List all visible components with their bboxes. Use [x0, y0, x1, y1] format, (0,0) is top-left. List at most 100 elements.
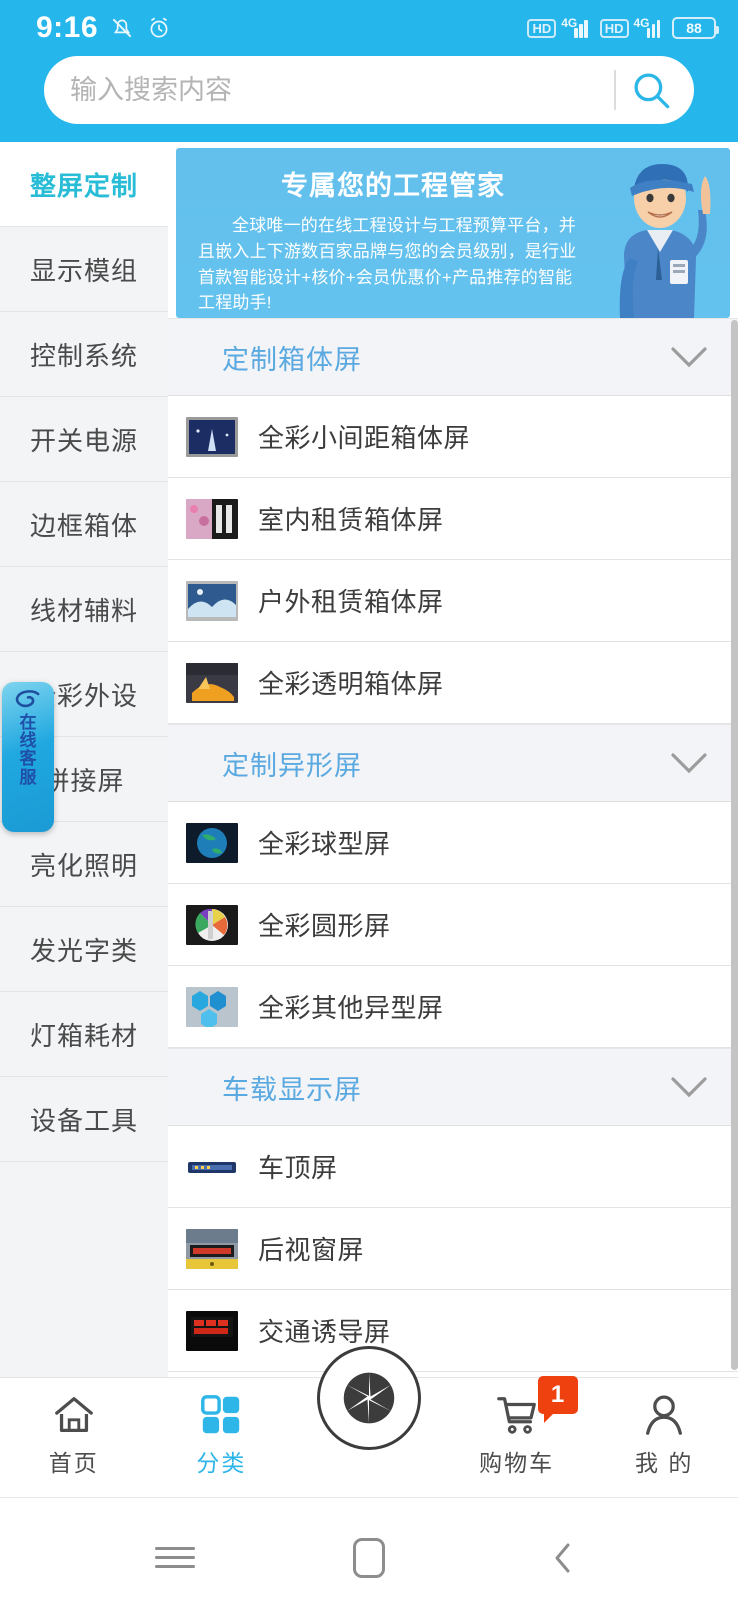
battery-percent: 88 [686, 20, 702, 36]
nav-label: 首页 [48, 1450, 99, 1476]
nav-item-home[interactable]: 首页 [0, 1378, 148, 1478]
section-header-0[interactable]: 定制箱体屏 [168, 318, 738, 396]
transparent-screen-thumb [186, 662, 238, 703]
sidebar-item-11[interactable]: 设备工具 [0, 1077, 168, 1162]
sidebar-label: 开关电源 [29, 425, 138, 456]
sidebar-item-1[interactable]: 显示模组 [0, 227, 168, 312]
product-row[interactable]: 室内租赁箱体屏 [168, 478, 738, 560]
bottom-navigation: 首页 分类 1 购物车 我 的 [0, 1346, 738, 1497]
product-row[interactable]: 户外租赁箱体屏 [168, 560, 738, 642]
sidebar-item-8[interactable]: 亮化照明 [0, 822, 168, 907]
sidebar-item-3[interactable]: 开关电源 [0, 397, 168, 482]
status-time: 9:16 [36, 11, 99, 44]
nav-label: 购物车 [479, 1450, 555, 1476]
section-header-1[interactable]: 定制异形屏 [168, 724, 738, 802]
chevron-down-icon[interactable] [668, 1075, 710, 1099]
sidebar-item-4[interactable]: 边框箱体 [0, 482, 168, 567]
taxi-top-screen-thumb [186, 1146, 238, 1187]
indoor-rental-screen-thumb [186, 498, 238, 539]
sidebar-label: 发光字类 [29, 935, 138, 966]
cart-icon-wrap: 1 [494, 1376, 578, 1438]
grid-icon [201, 1395, 240, 1434]
product-panel: 专属您的工程管家 全球唯一的在线工程设计与工程预算平台，并且嵌入上下游数百家品牌… [168, 142, 738, 1377]
cs-line-2: 线 [19, 731, 37, 751]
product-name: 全彩其他异型屏 [258, 993, 444, 1023]
sidebar-label: 拼接屏 [43, 765, 125, 796]
section-header-2[interactable]: 车载显示屏 [168, 1048, 738, 1126]
vertical-scrollbar[interactable] [731, 320, 738, 1370]
product-name: 全彩球型屏 [258, 829, 391, 859]
cs-line-3: 客 [19, 749, 37, 769]
product-row[interactable]: 车顶屏 [168, 1126, 738, 1208]
home-square-icon[interactable] [346, 1535, 392, 1581]
cs-line-1: 在 [19, 713, 37, 732]
nav-label: 我 的 [634, 1450, 694, 1476]
sidebar-label: 亮化照明 [29, 850, 138, 881]
product-name: 交通诱导屏 [258, 1317, 391, 1347]
search-header [0, 56, 738, 142]
nav-item-profile[interactable]: 我 的 [590, 1378, 738, 1478]
product-name: 全彩透明箱体屏 [258, 669, 444, 699]
status-bar-right: HD 4G HD 4G 88 [527, 16, 719, 39]
product-row[interactable]: 全彩透明箱体屏 [168, 642, 738, 724]
fine-pitch-screen-thumb [186, 416, 238, 457]
sidebar-item-10[interactable]: 灯箱耗材 [0, 992, 168, 1077]
product-row[interactable]: 全彩小间距箱体屏 [168, 396, 738, 478]
cart-icon [496, 1397, 536, 1434]
sidebar-label: 显示模组 [29, 255, 138, 286]
nav-label: 分类 [196, 1450, 247, 1476]
banner-title: 专属您的工程管家 [281, 171, 505, 201]
chevron-down-icon[interactable] [668, 751, 710, 775]
home-icon [54, 1397, 93, 1432]
search-icon[interactable] [630, 69, 672, 111]
nav-item-cart[interactable]: 1 购物车 [443, 1376, 591, 1478]
sidebar-label: 设备工具 [29, 1105, 138, 1136]
sidebar-label: 边框箱体 [29, 510, 138, 541]
main-content: 整屏定制 显示模组 控制系统 开关电源 边框箱体 线材辅料 全彩外设 拼接屏 亮… [0, 142, 738, 1377]
product-name: 全彩小间距箱体屏 [258, 423, 471, 453]
product-name: 全彩圆形屏 [258, 911, 391, 941]
outdoor-rental-screen-thumb [186, 580, 238, 621]
product-row[interactable]: 交通诱导屏 [168, 1290, 738, 1372]
online-customer-service-button[interactable]: 在 线 客 服 [2, 682, 54, 832]
search-divider [614, 70, 616, 110]
sidebar-item-9[interactable]: 发光字类 [0, 907, 168, 992]
sim2-network-label: 4G [633, 16, 650, 30]
alarm-clock-icon [150, 17, 168, 38]
promo-banner[interactable]: 专属您的工程管家 全球唯一的在线工程设计与工程预算平台，并且嵌入上下游数百家品牌… [176, 148, 730, 318]
engineer-illustration [619, 164, 711, 318]
sidebar-item-5[interactable]: 线材辅料 [0, 567, 168, 652]
recents-icon[interactable] [152, 1535, 198, 1581]
product-name: 室内租赁箱体屏 [258, 505, 444, 535]
user-icon [646, 1395, 683, 1435]
product-row[interactable]: 后视窗屏 [168, 1208, 738, 1290]
section-title: 定制异形屏 [222, 750, 362, 781]
section-title: 定制箱体屏 [222, 344, 362, 375]
category-sidebar[interactable]: 整屏定制 显示模组 控制系统 开关电源 边框箱体 线材辅料 全彩外设 拼接屏 亮… [0, 142, 168, 1377]
sphere-screen-thumb [186, 822, 238, 863]
hexagon-screen-thumb [186, 986, 238, 1027]
product-row[interactable]: 全彩其他异型屏 [168, 966, 738, 1048]
rear-window-screen-thumb [186, 1228, 238, 1269]
status-bar: 9:16 HD 4G HD 4G 88 [0, 0, 738, 56]
camera-shutter-icon [343, 1372, 395, 1424]
search-input[interactable] [70, 74, 614, 106]
circular-screen-thumb [186, 904, 238, 945]
sim2-signal-icon: 4G [633, 16, 666, 38]
product-row[interactable]: 全彩圆形屏 [168, 884, 738, 966]
product-row[interactable]: 全彩球型屏 [168, 802, 738, 884]
sidebar-label: 整屏定制 [29, 170, 138, 201]
section-title: 车载显示屏 [222, 1074, 362, 1105]
bell-muted-icon [112, 18, 132, 38]
nav-item-category[interactable]: 分类 [148, 1378, 296, 1478]
search-bar[interactable] [44, 56, 694, 124]
sidebar-item-2[interactable]: 控制系统 [0, 312, 168, 397]
back-chevron-icon[interactable] [540, 1535, 586, 1581]
traffic-guidance-screen-thumb [186, 1310, 238, 1351]
product-name: 后视窗屏 [258, 1235, 365, 1265]
sidebar-label: 控制系统 [29, 340, 138, 371]
chevron-down-icon[interactable] [668, 345, 710, 369]
sidebar-item-0[interactable]: 整屏定制 [0, 142, 168, 227]
camera-shutter-button[interactable] [316, 1346, 421, 1450]
sim2-hd-badge: HD [599, 18, 629, 38]
